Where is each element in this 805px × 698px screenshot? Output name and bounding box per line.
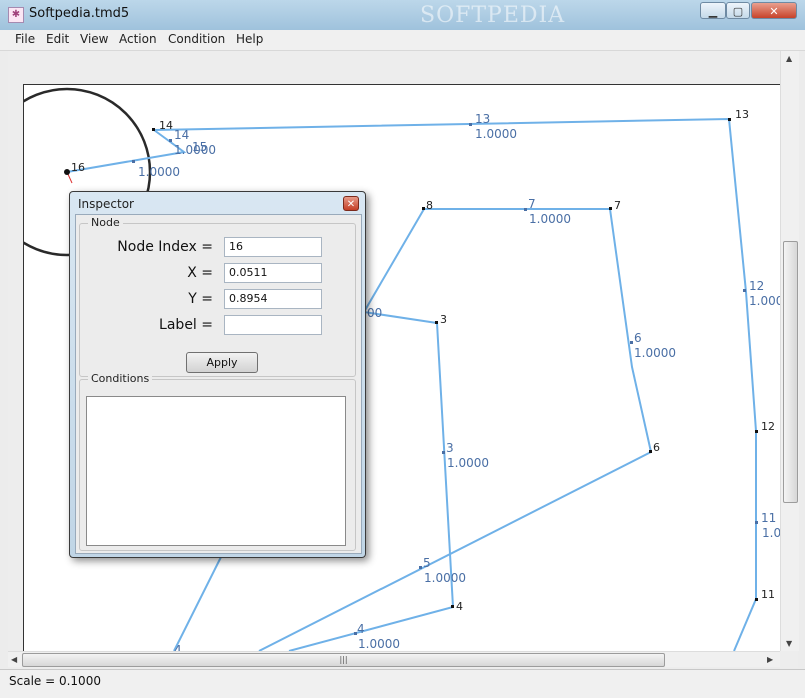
- menu-condition[interactable]: Condition: [168, 32, 225, 46]
- edge-id: 4: [357, 622, 365, 636]
- menu-help[interactable]: Help: [236, 32, 263, 46]
- node[interactable]: [755, 430, 758, 433]
- edge-weight: 1.0000: [529, 212, 571, 226]
- edge-id-partial: 4: [174, 643, 182, 651]
- softpedia-watermark: SOFTPEDIA: [420, 3, 566, 28]
- edge-weight: 1.0000: [447, 456, 489, 470]
- app-icon: ✱: [8, 7, 24, 23]
- edge-id: 5: [423, 556, 431, 570]
- window-title: Softpedia.tmd5: [29, 6, 130, 21]
- edge-id: 15: [192, 140, 207, 154]
- menu-action[interactable]: Action: [119, 32, 157, 46]
- node-group: Node Node Index = 16 X = 0.0511 Y = 0.89…: [79, 216, 356, 377]
- edge-weight: 1.0000: [634, 346, 676, 360]
- node[interactable]: [152, 128, 155, 131]
- node[interactable]: [451, 605, 454, 608]
- title-bar: ✱ Softpedia.tmd5 SOFTPEDIA ▁ ▢ ✕: [0, 0, 805, 31]
- inspector-body: Node Node Index = 16 X = 0.0511 Y = 0.89…: [75, 214, 362, 554]
- menu-bar: File Edit View Action Condition Help: [0, 30, 805, 51]
- scroll-right-icon[interactable]: ▶: [767, 655, 773, 664]
- node-label: 16: [71, 161, 85, 174]
- inspector-dialog[interactable]: Inspector ✕ Node Node Index = 16 X = 0.0…: [69, 191, 366, 558]
- edge-weight: 1.0000: [475, 127, 517, 141]
- node-label: 14: [159, 119, 173, 132]
- edge-id: 13: [475, 112, 490, 126]
- node-label: 3: [440, 313, 447, 326]
- node-index-label: Node Index =: [117, 239, 213, 255]
- minimize-button[interactable]: ▁: [700, 2, 726, 19]
- maximize-button[interactable]: ▢: [726, 2, 750, 19]
- edge-id: 12: [749, 279, 764, 293]
- node-label: 13: [735, 108, 749, 121]
- horizontal-scrollbar[interactable]: ◀ ||| ▶: [8, 651, 780, 667]
- horizontal-scroll-thumb[interactable]: |||: [22, 653, 665, 667]
- inspector-close-button[interactable]: ✕: [343, 196, 359, 211]
- node[interactable]: [435, 321, 438, 324]
- label-field[interactable]: [224, 315, 322, 335]
- menu-file[interactable]: File: [15, 32, 35, 46]
- edge-id: 6: [634, 331, 642, 345]
- node[interactable]: [609, 207, 612, 210]
- edge-id: 3: [446, 441, 454, 455]
- inspector-title: Inspector: [78, 197, 134, 211]
- node-group-title: Node: [88, 216, 123, 229]
- node[interactable]: [755, 598, 758, 601]
- label-label: Label =: [159, 317, 213, 333]
- node-label: 7: [614, 199, 621, 212]
- node-label: 4: [456, 600, 463, 613]
- node-label: 12: [761, 420, 775, 433]
- conditions-group-title: Conditions: [88, 372, 153, 385]
- status-bar: Scale = 0.1000: [0, 669, 805, 698]
- y-field[interactable]: 0.8954: [224, 289, 322, 309]
- vertical-scrollbar[interactable]: ▲ ▼: [780, 51, 799, 651]
- y-label: Y =: [188, 291, 213, 307]
- node-label: 6: [653, 441, 660, 454]
- x-field[interactable]: 0.0511: [224, 263, 322, 283]
- edge-weight: 1.000: [749, 294, 781, 308]
- edge-weight: 1.0: [762, 526, 781, 540]
- apply-button[interactable]: Apply: [186, 352, 258, 373]
- scroll-down-icon[interactable]: ▼: [786, 639, 792, 648]
- node[interactable]: [728, 118, 731, 121]
- close-button[interactable]: ✕: [751, 2, 797, 19]
- edge-weight: 1.0000: [424, 571, 466, 585]
- conditions-group: Conditions: [79, 372, 356, 551]
- node-index-field[interactable]: 16: [224, 237, 322, 257]
- edge-weight-partial: 00: [367, 306, 382, 320]
- edge-id: 14: [174, 128, 189, 142]
- node[interactable]: [64, 169, 70, 175]
- menu-view[interactable]: View: [80, 32, 108, 46]
- scale-status: Scale = 0.1000: [9, 674, 101, 688]
- node-label: 11: [761, 588, 775, 601]
- edge-weight: 1.0000: [138, 165, 180, 179]
- edge-id: 11: [761, 511, 776, 525]
- edge-weight: 1.0000: [358, 637, 400, 651]
- edge-id: 7: [528, 197, 536, 211]
- vertical-scroll-thumb[interactable]: [783, 241, 798, 503]
- conditions-list[interactable]: [86, 396, 346, 546]
- scroll-up-icon[interactable]: ▲: [786, 54, 792, 63]
- menu-edit[interactable]: Edit: [46, 32, 69, 46]
- edge-lower-left: [173, 556, 222, 651]
- node-label: 8: [426, 199, 433, 212]
- scroll-left-icon[interactable]: ◀: [11, 655, 17, 664]
- node[interactable]: [649, 450, 652, 453]
- node[interactable]: [422, 207, 425, 210]
- x-label: X =: [187, 265, 213, 281]
